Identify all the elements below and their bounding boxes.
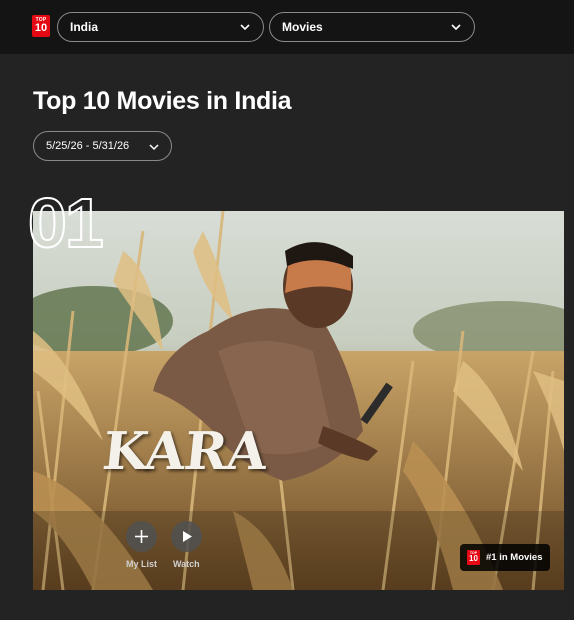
date-range-select[interactable]: 5/25/26 - 5/31/26 bbox=[33, 131, 172, 161]
my-list-label: My List bbox=[126, 559, 158, 569]
logo-number-text: 10 bbox=[34, 22, 48, 34]
add-to-my-list-button[interactable] bbox=[126, 521, 157, 552]
movie-poster-image bbox=[33, 211, 564, 590]
top10-logo-icon[interactable]: TOP 10 bbox=[32, 15, 50, 37]
movie-title-logo: KARA bbox=[99, 421, 270, 482]
badge-label: #1 in Movies bbox=[486, 552, 543, 563]
category-select-value: Movies bbox=[282, 20, 323, 34]
plus-icon bbox=[135, 530, 148, 543]
rank-badge: TOP 10 #1 in Movies bbox=[460, 544, 550, 571]
top-bar: TOP 10 India Movies bbox=[0, 0, 574, 54]
country-select[interactable]: India bbox=[57, 12, 264, 42]
top10-badge-icon: TOP 10 bbox=[467, 550, 480, 565]
date-range-value: 5/25/26 - 5/31/26 bbox=[46, 140, 130, 152]
category-select[interactable]: Movies bbox=[269, 12, 475, 42]
rank-number: 01 bbox=[27, 183, 105, 263]
watch-button[interactable] bbox=[171, 521, 202, 552]
country-select-value: India bbox=[70, 20, 99, 34]
badge-logo-number-text: 10 bbox=[469, 554, 478, 563]
play-icon bbox=[183, 531, 192, 542]
watch-label: Watch bbox=[173, 559, 200, 569]
page-title: Top 10 Movies in India bbox=[33, 87, 292, 115]
featured-movie-artwork[interactable] bbox=[33, 211, 564, 590]
chevron-down-icon bbox=[149, 144, 159, 151]
chevron-down-icon bbox=[451, 24, 461, 31]
chevron-down-icon bbox=[240, 24, 250, 31]
